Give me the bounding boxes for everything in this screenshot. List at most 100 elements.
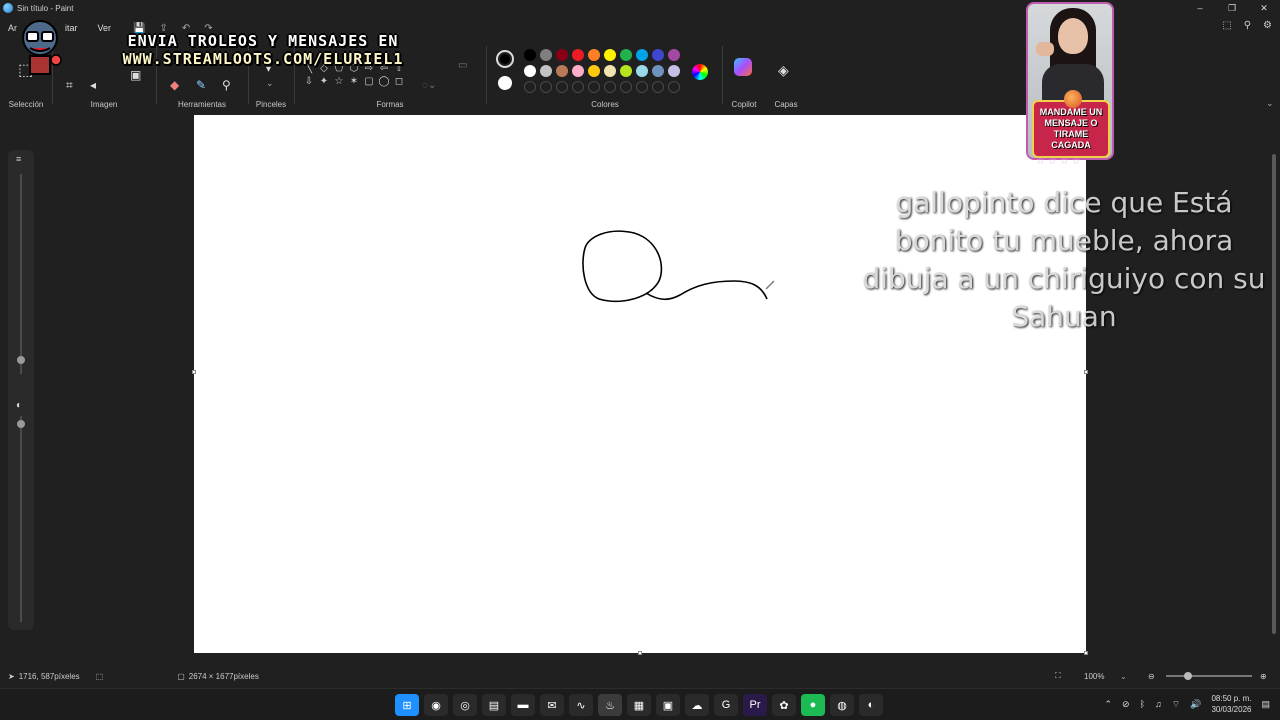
menu-ver[interactable]: Ver [98,23,112,33]
opacity-slider-track[interactable] [20,416,22,622]
fill-icon[interactable]: ◌⌄ [422,80,436,91]
edit-colors-button[interactable] [692,64,708,80]
taskbar-app-2-icon[interactable]: ◉ [424,694,448,716]
account-icon[interactable]: ⚲ [1244,20,1251,31]
taskbar-app-15-icon[interactable]: ● [801,694,825,716]
volume-icon[interactable]: 🔊 [1190,699,1201,710]
color-1-selector[interactable] [496,50,514,68]
resize-handle-bottom[interactable] [638,651,642,655]
shape-four-point-star[interactable]: ✦ [317,75,331,87]
color-swatch-top-3[interactable] [556,49,568,61]
shape-down-arrow[interactable]: ⇩ [302,75,316,87]
feedback-icon[interactable]: ⬚ [1222,20,1231,31]
zoom-level[interactable]: 100% [1084,672,1104,681]
custom-color-slot-7[interactable] [620,81,632,93]
taskbar-app-4-icon[interactable]: ▤ [482,694,506,716]
color-swatch-top-6[interactable] [604,49,616,61]
color-swatch-bottom-9[interactable] [652,65,664,77]
taskbar-app-7-icon[interactable]: ∿ [569,694,593,716]
size-slider-knob[interactable] [17,356,25,364]
ribbon-collapse-icon[interactable]: ⌄ [1266,98,1274,109]
shape-six-point-star[interactable]: ✶ [347,75,361,87]
color-swatch-bottom-4[interactable] [572,65,584,77]
resize-handle-corner[interactable] [1084,651,1088,655]
taskbar-app-13-icon[interactable]: Pr [743,694,767,716]
maximize-button[interactable]: ❐ [1216,0,1248,16]
notification-icon[interactable]: ▤ [1261,699,1270,710]
taskbar-app-16-icon[interactable]: ◍ [830,694,854,716]
menu-editar[interactable]: itar [65,23,78,33]
custom-color-slot-8[interactable] [636,81,648,93]
resize-handle-right[interactable] [1084,370,1088,374]
image-icon[interactable]: ▣ [130,68,141,82]
color-swatch-bottom-6[interactable] [604,65,616,77]
color-swatch-top-2[interactable] [540,49,552,61]
taskbar-app-3-icon[interactable]: ◎ [453,694,477,716]
color-swatch-top-9[interactable] [652,49,664,61]
color-2-selector[interactable] [498,76,512,90]
zoom-slider-track[interactable] [1166,675,1252,677]
color-swatch-top-5[interactable] [588,49,600,61]
mic-icon[interactable]: ♫ [1155,699,1162,709]
color-picker-icon[interactable]: ✎ [196,78,206,92]
color-swatch-bottom-8[interactable] [636,65,648,77]
taskbar-app-5-icon[interactable]: ▬ [511,694,535,716]
custom-color-slot-3[interactable] [556,81,568,93]
taskbar-app-17-icon[interactable]: ◐ [859,694,883,716]
outline-icon[interactable]: ▭ [458,60,467,71]
color-swatch-bottom-7[interactable] [620,65,632,77]
shape-star[interactable]: ☆ [332,75,346,87]
custom-color-slot-9[interactable] [652,81,664,93]
close-button[interactable]: ✕ [1248,0,1280,16]
crop-icon[interactable]: ⌗ [66,78,73,93]
opacity-slider-knob[interactable] [17,420,25,428]
zoom-slider-knob[interactable] [1183,672,1192,680]
color-swatch-bottom-3[interactable] [556,65,568,77]
zoom-out-icon[interactable]: ⊖ [1148,672,1155,681]
custom-color-slot-2[interactable] [540,81,552,93]
size-slider-track[interactable] [20,174,22,374]
custom-color-slot-4[interactable] [572,81,584,93]
network-icon[interactable]: ⊘ [1122,699,1130,710]
taskbar-app-14-icon[interactable]: ✿ [772,694,796,716]
chevron-up-icon[interactable]: ⌃ [1105,699,1113,710]
chevron-down-icon[interactable]: ⌄ [266,78,274,89]
zoom-in-icon[interactable]: ⊕ [1260,672,1267,681]
rotate-icon[interactable]: ◂ [90,78,96,92]
wifi-icon[interactable]: ⌔ [1172,699,1180,710]
taskbar-app-12-icon[interactable]: G [714,694,738,716]
taskbar-app-11-icon[interactable]: ☁ [685,694,709,716]
copilot-icon[interactable] [734,58,752,76]
custom-color-slot-5[interactable] [588,81,600,93]
settings-icon[interactable]: ⚙ [1263,20,1272,31]
color-swatch-bottom-1[interactable] [524,65,536,77]
eraser-icon[interactable]: ◆ [170,78,179,92]
color-swatch-top-8[interactable] [636,49,648,61]
shape-cloud-callout[interactable]: ◻ [392,75,406,87]
zoom-dropdown-icon[interactable]: ⌄ [1120,672,1127,681]
clock[interactable]: 08:50 p. m. 30/03/2026 [1211,693,1251,715]
custom-color-slot-6[interactable] [604,81,616,93]
custom-color-slot-10[interactable] [668,81,680,93]
color-swatch-bottom-5[interactable] [588,65,600,77]
color-swatch-top-1[interactable] [524,49,536,61]
taskbar-app-1-icon[interactable]: ⊞ [395,694,419,716]
taskbar-app-9-icon[interactable]: ▦ [627,694,651,716]
color-swatch-top-7[interactable] [620,49,632,61]
shape-oval-callout[interactable]: ◯ [377,75,391,87]
color-swatch-bottom-10[interactable] [668,65,680,77]
taskbar-app-8-icon[interactable]: ♨ [598,694,622,716]
bluetooth-icon[interactable]: ᛒ [1140,699,1145,709]
resize-handle-left[interactable] [192,370,196,374]
color-swatch-top-10[interactable] [668,49,680,61]
minimize-button[interactable]: – [1184,0,1216,16]
fit-icon[interactable]: ⛶ [1055,671,1061,681]
menu-archivo[interactable]: Ar [8,23,17,33]
custom-color-slot-1[interactable] [524,81,536,93]
shape-rounded-callout[interactable]: ▢ [362,75,376,87]
color-swatch-bottom-2[interactable] [540,65,552,77]
color-swatch-top-4[interactable] [572,49,584,61]
taskbar-app-10-icon[interactable]: ▣ [656,694,680,716]
magnifier-icon[interactable]: ⚲ [222,78,231,92]
layers-icon[interactable]: ◈ [778,62,789,79]
